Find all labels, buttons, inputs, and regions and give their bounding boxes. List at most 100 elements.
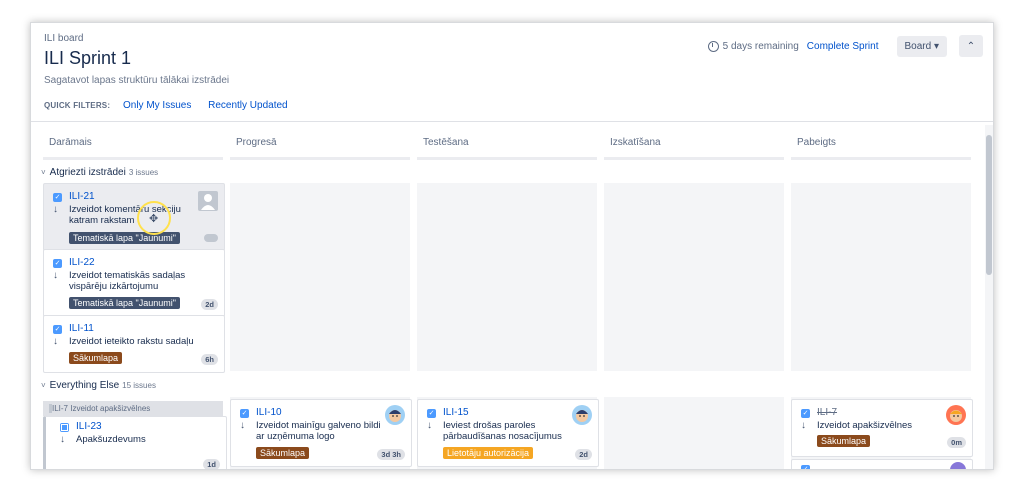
page-title: ILI Sprint 1 [44,48,132,68]
quick-filters: QUICK FILTERS: Only My Issues Recently U… [44,100,302,111]
assignee-avatar[interactable] [950,462,966,469]
sprint-actions: 5 days remaining Complete Sprint Board ▾… [707,35,983,57]
summary-line: Izveidot mainīgu galveno bildi [256,420,381,431]
clock-icon [707,40,719,52]
board-label: Board [904,40,932,52]
story-type-icon: ✓ [53,193,62,202]
column-header-testing: Testēšana [417,129,597,160]
column-header-review: Izskatīšana [604,129,784,160]
epic-label: Sākumlapa [69,352,123,364]
issue-card-ili-22[interactable]: ✓ ILI-22 ↓ Izveidot tematiskās sadaļas vi… [43,249,225,317]
column-header-in-progress: Progresā [230,129,410,160]
summary-line: pārbaudīšanas nosacījumus [443,431,562,442]
estimate-badge: 3d 3h [377,449,405,460]
issue-summary: Apakšuzdevums [76,434,146,445]
epic-label: Sākumlapa [817,435,871,447]
story-type-icon: ✓ [240,409,249,418]
swimlane-title: Everything Else [49,380,120,391]
chevron-down-icon: ˅ [41,381,46,390]
collapse-header-button[interactable]: ⌃ [959,35,983,57]
quick-filters-label: QUICK FILTERS: [44,101,111,110]
column-dropzone [417,183,597,371]
subtask-type-icon [60,423,69,432]
priority-low-icon: ↓ [60,434,65,445]
story-type-icon: ✓ [801,465,810,469]
priority-low-icon: ↓ [53,204,58,215]
epic-label: Tematiskā lapa "Jaunumi" [69,232,180,244]
epic-label: Sākumlapa [256,447,310,459]
breadcrumb[interactable]: ILI board [44,33,83,44]
scrollbar-thumb[interactable] [986,135,992,275]
complete-sprint-link[interactable]: Complete Sprint [807,41,879,52]
story-type-icon: ✓ [53,325,62,334]
issue-key[interactable]: ILI-21 [69,191,95,202]
move-cursor-icon: ✥ [149,213,159,225]
priority-low-icon: ↓ [801,420,806,431]
epic-label: Lietotāju autorizācija [443,447,534,459]
issue-summary: Izveidot apakšizvēlnes [817,420,913,431]
days-remaining: 5 days remaining [722,40,799,52]
priority-low-icon: ↓ [240,420,245,431]
story-type-icon: ✓ [427,409,436,418]
estimate-badge: 6h [201,354,218,365]
column-header-todo: Darāmais [43,129,223,160]
swimlane-count: 3 issues [128,168,159,177]
issue-key[interactable]: ILI-10 [256,407,282,418]
column-title: Darāmais [49,137,92,148]
board-dropdown-button[interactable]: Board ▾ [896,35,947,57]
column-dropzone [230,183,410,371]
issue-key[interactable]: ILI-15 [443,407,469,418]
column-title: Pabeigts [797,137,836,148]
story-type-icon: ✓ [801,409,810,418]
assignee-avatar[interactable] [385,405,405,425]
assignee-avatar[interactable] [572,405,592,425]
summary-line: Izveidot ieteikto rakstu sadaļu [69,336,194,347]
column-dropzone [791,183,971,371]
column-title: Izskatīšana [610,137,661,148]
priority-low-icon: ↓ [53,336,58,347]
column-dropzone [604,397,784,469]
issue-key[interactable]: ILI-11 [69,323,94,334]
divider [31,121,993,122]
swimlane-header[interactable]: ˅ Everything Else 15 issues [41,380,156,391]
issue-summary: Izveidot mainīgu galveno bildi ar uzņēmum… [256,420,381,442]
column-title: Progresā [236,137,277,148]
summary-line: Izveidot tematiskās sadaļas [69,270,186,281]
issue-key[interactable]: ILI-23 [76,421,102,432]
story-type-icon: ✓ [53,259,62,268]
column-header-done: Pabeigts [791,129,971,160]
estimate-badge: 0m [947,437,966,448]
parent-issue-label: ILI-7 Izveidot apakšizvēlnes [49,404,150,413]
priority-low-icon: ↓ [427,420,432,431]
issue-card-ili-10[interactable]: ✓ ILI-10 ↓ Izveidot mainīgu galveno bild… [230,399,412,467]
estimate-badge: 2d [201,299,218,310]
summary-line: ar uzņēmuma logo [256,431,335,442]
parent-issue-header[interactable]: ILI-7 Izveidot apakšizvēlnes [43,401,223,416]
issue-card-ili-11[interactable]: ✓ ILI-11 ↓ Izveidot ieteikto rakstu sada… [43,315,225,373]
issue-card-ili-7[interactable]: ✓ ILI-7 ↓ Izveidot apakšizvēlnes Sākumla… [791,399,973,457]
estimate-badge [204,234,218,242]
issue-card-partial[interactable]: ✓ [791,459,973,469]
swimlane-title: Atgriezti izstrādei [49,167,126,178]
issue-card-ili-23[interactable]: ILI-23 ↓ Apakšuzdevums 1d [43,416,227,469]
unassigned-avatar[interactable] [198,191,218,211]
issue-card-ili-21[interactable]: ✓ ILI-21 ↓ Izveidot komentāru sekciju kat… [43,183,225,251]
assignee-avatar[interactable] [946,405,966,425]
double-chevron-up-icon: ⌃ [966,40,976,52]
filter-only-my-issues[interactable]: Only My Issues [123,100,191,111]
summary-line: Ieviest drošas paroles [443,420,536,431]
sprint-goal: Sagatavot lapas struktūru tālākai izstrā… [44,75,230,86]
swimlane-count: 15 issues [122,381,156,390]
estimate-badge: 1d [203,459,220,469]
swimlane-header[interactable]: ˅ Atgriezti izstrādei 3 issues [41,167,158,178]
issue-key[interactable]: ILI-7 [817,407,837,418]
priority-low-icon: ↓ [53,270,58,281]
issue-summary: Izveidot tematiskās sadaļas vispārēju izk… [69,270,185,292]
issue-card-ili-15[interactable]: ✓ ILI-15 ↓ Ieviest drošas paroles pārbaud… [417,399,599,467]
column-title: Testēšana [423,137,469,148]
jira-board-window: ILI board ILI Sprint 1 Sagatavot lapas s… [30,22,994,470]
column-dropzone [604,183,784,371]
filter-recently-updated[interactable]: Recently Updated [208,100,288,111]
issue-summary: Ieviest drošas paroles pārbaudīšanas nosa… [443,420,562,442]
issue-key[interactable]: ILI-22 [69,257,95,268]
